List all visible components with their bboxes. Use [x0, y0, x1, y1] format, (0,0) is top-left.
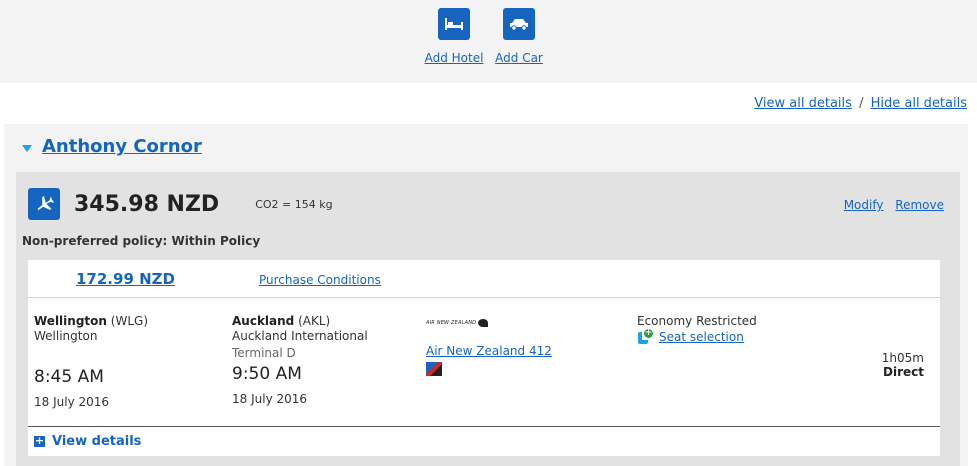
- flight-card: 345.98 NZD CO2 = 154 kg Modify Remove No…: [16, 172, 960, 466]
- departure-time: 8:45 AM: [34, 367, 104, 387]
- flight-duration-block: 1h05m Direct: [872, 351, 924, 379]
- flight-summary: 345.98 NZD CO2 = 154 kg: [28, 188, 333, 220]
- fare-row: 172.99 NZD Purchase Conditions: [28, 260, 940, 298]
- bed-icon[interactable]: [438, 8, 470, 40]
- airline-logo-text: AIR NEW ZEALAND: [426, 320, 477, 326]
- seat-selection[interactable]: + Seat selection: [637, 329, 757, 345]
- purchase-conditions-link[interactable]: Purchase Conditions: [259, 273, 381, 287]
- add-hotel[interactable]: Add Hotel: [424, 8, 484, 65]
- cabin-class: Economy Restricted: [637, 314, 757, 328]
- seat-add-icon[interactable]: +: [637, 329, 653, 345]
- total-price: 345.98 NZD: [74, 191, 220, 217]
- flight-duration: 1h05m: [881, 351, 924, 365]
- cabin-info: Economy Restricted + Seat selection: [637, 314, 757, 345]
- flight-segment: Wellington (WLG) Wellington 8:45 AM 18 J…: [28, 298, 940, 426]
- fare-price-link[interactable]: 172.99 NZD: [76, 270, 175, 288]
- arrival-terminal: Terminal D: [232, 346, 296, 360]
- view-all-details-link[interactable]: View all details: [754, 96, 852, 111]
- details-separator: /: [859, 96, 864, 111]
- airline-tail-icon: [426, 362, 442, 376]
- add-car[interactable]: Add Car: [489, 8, 549, 65]
- traveler-name[interactable]: Anthony Cornor: [42, 136, 202, 157]
- koru-icon: [478, 319, 489, 327]
- collapse-caret-icon[interactable]: [22, 144, 32, 152]
- traveler-header[interactable]: Anthony Cornor: [22, 136, 202, 157]
- departure-date: 18 July 2016: [34, 395, 110, 409]
- details-toggle-links: View all details / Hide all details: [754, 96, 967, 111]
- addon-band: Add Hotel Add Car: [0, 0, 977, 83]
- hide-all-details-link[interactable]: Hide all details: [871, 96, 967, 111]
- departure-city: Wellington: [34, 314, 107, 328]
- car-icon[interactable]: [503, 8, 535, 40]
- departure-airport: Wellington: [34, 329, 98, 343]
- modify-link[interactable]: Modify: [844, 198, 884, 212]
- add-hotel-link[interactable]: Add Hotel: [424, 51, 484, 65]
- arrival-date: 18 July 2016: [232, 392, 308, 406]
- airline-logo: AIR NEW ZEALAND: [426, 316, 552, 330]
- stops-label: Direct: [883, 365, 924, 379]
- flight-number-link[interactable]: Air New Zealand 412: [426, 344, 552, 358]
- co2-emission: CO2 = 154 kg: [255, 197, 333, 211]
- departure-code: (WLG): [110, 314, 148, 328]
- carrier-info: AIR NEW ZEALAND Air New Zealand 412: [426, 314, 552, 376]
- add-car-link[interactable]: Add Car: [489, 51, 549, 65]
- arrival-time: 9:50 AM: [232, 364, 302, 384]
- seat-selection-link[interactable]: Seat selection: [659, 330, 744, 344]
- policy-status: Non-preferred policy: Within Policy: [22, 234, 261, 248]
- arrival-city: Auckland: [232, 314, 295, 328]
- view-details-label[interactable]: View details: [52, 434, 141, 449]
- arrival-info: Auckland (AKL) Auckland International Te…: [232, 314, 368, 406]
- remove-link[interactable]: Remove: [895, 198, 944, 212]
- expand-plus-icon[interactable]: +: [34, 435, 45, 447]
- flight-actions: Modify Remove: [836, 198, 944, 212]
- arrival-airport: Auckland International: [232, 329, 368, 343]
- traveler-section: Anthony Cornor 345.98 NZD CO2 = 154 kg M…: [4, 124, 968, 466]
- departure-info: Wellington (WLG) Wellington 8:45 AM 18 J…: [28, 314, 148, 409]
- airplane-icon: [28, 188, 60, 220]
- arrival-code: (AKL): [298, 314, 331, 328]
- view-details-toggle[interactable]: + View details: [28, 426, 940, 456]
